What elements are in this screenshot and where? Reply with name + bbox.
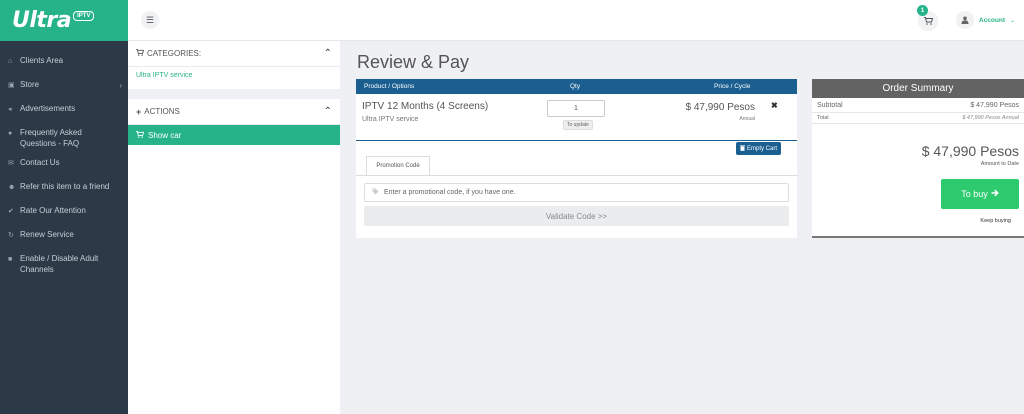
sidebar: ⌂ Clients Area ▣ Store › ◂ Advertisement… xyxy=(0,41,128,414)
menu-toggle-button[interactable]: ☰ xyxy=(141,11,159,29)
actions-title: Actions xyxy=(144,107,180,116)
validate-code-button[interactable]: Validate Code >> xyxy=(364,206,789,226)
chevron-up-icon[interactable]: ⌃ xyxy=(324,48,332,59)
sidebar-item-advertisements[interactable]: ◂ Advertisements xyxy=(0,99,128,123)
checkout-label: To buy xyxy=(961,189,988,199)
envelope-icon: ✉ xyxy=(8,160,14,167)
product-group: Ultra IPTV service xyxy=(362,116,419,123)
show-cart-button[interactable]: Show car xyxy=(128,125,340,145)
subtotal-row: Subtotal $ 47,990 Pesos xyxy=(812,98,1024,113)
sidebar-item-store[interactable]: ▣ Store › xyxy=(0,75,128,99)
update-quantity-button[interactable]: To update xyxy=(563,120,593,130)
categories-title: Categories: xyxy=(147,49,202,58)
arrow-right-icon xyxy=(991,189,999,199)
page-title: Review & Pay xyxy=(357,52,470,72)
amount-due-label: Amount to Date xyxy=(980,161,1019,167)
chevron-down-icon: ⌄ xyxy=(1010,17,1016,24)
menu-icon: ☰ xyxy=(145,14,155,25)
check-icon: ✔ xyxy=(8,208,14,215)
empty-cart-label: Empty Cart xyxy=(747,145,778,152)
category-link[interactable]: Ultra IPTV service xyxy=(136,72,192,79)
sidebar-item-contact-us[interactable]: ✉ Contact Us xyxy=(0,153,128,177)
categories-panel-header[interactable]: Categories: ⌃ xyxy=(128,41,340,67)
top-bar: Ultra IPTV ☰ 1 Account ⌄ xyxy=(0,0,1024,41)
tab-promotion-code[interactable]: Promotion Code xyxy=(366,156,430,175)
sidebar-item-label: Advertisements xyxy=(20,104,76,113)
tab-divider xyxy=(356,175,797,176)
secondary-sidebar: Categories: ⌃ Ultra IPTV service + Actio… xyxy=(128,41,340,414)
subtotal-value: $ 47,990 Pesos xyxy=(970,102,1019,109)
sidebar-item-rate-attention[interactable]: ✔ Rate Our Attention xyxy=(0,201,128,225)
account-menu[interactable]: Account ⌄ xyxy=(956,11,1015,29)
cart-table-header: Product / Options Qty Price / Cycle xyxy=(356,79,797,94)
order-summary-title: Order Summary xyxy=(812,79,1024,98)
sidebar-item-label: Contact Us xyxy=(20,158,60,167)
promo-code-field[interactable]: Enter a promotional code, if you have on… xyxy=(364,183,789,202)
checkout-button[interactable]: To buy xyxy=(941,179,1019,209)
home-icon: ⌂ xyxy=(8,58,13,65)
column-header-price: Price / Cycle xyxy=(714,83,751,90)
logo-badge: IPTV xyxy=(73,10,95,21)
sidebar-item-adult-channels[interactable]: ■ Enable / Disable Adult Channels xyxy=(0,249,128,279)
order-summary-panel: Order Summary Subtotal $ 47,990 Pesos To… xyxy=(812,79,1024,238)
total-value: $ 47,990 Pesos Annual xyxy=(962,115,1019,121)
info-icon: ● xyxy=(8,130,13,137)
sidebar-item-label: Frequently Asked Questions - FAQ xyxy=(20,128,82,148)
sidebar-item-clients-area[interactable]: ⌂ Clients Area xyxy=(0,51,128,75)
actions-panel-header[interactable]: + Actions ⌃ xyxy=(128,99,340,125)
user-icon xyxy=(956,11,974,29)
cart-panel: Product / Options Qty Price / Cycle IPTV… xyxy=(356,79,797,238)
item-price: $ 47,990 Pesos xyxy=(685,102,756,113)
trash-icon xyxy=(740,144,745,153)
logo-text: Ultra xyxy=(12,8,72,33)
total-label: Total xyxy=(817,115,829,121)
bag-icon: ▣ xyxy=(8,82,15,89)
sidebar-item-refer-friend[interactable]: ☻ Refer this item to a friend xyxy=(0,177,128,201)
chevron-up-icon[interactable]: ⌃ xyxy=(324,106,332,117)
subtotal-label: Subtotal xyxy=(817,102,843,109)
account-label: Account xyxy=(979,16,1005,24)
cart-icon xyxy=(136,130,145,140)
column-header-qty: Qty xyxy=(570,83,581,90)
users-icon: ☻ xyxy=(8,184,16,191)
megaphone-icon: ◂ xyxy=(8,106,12,113)
chevron-right-icon: › xyxy=(119,81,122,90)
panel-spacer xyxy=(128,89,340,99)
cart-item-row: IPTV 12 Months (4 Screens) Ultra IPTV se… xyxy=(356,94,797,141)
sidebar-item-label: Renew Service xyxy=(20,230,74,239)
refresh-icon: ↻ xyxy=(8,232,14,239)
cart-icon xyxy=(136,49,145,58)
tag-icon xyxy=(372,188,379,197)
logo[interactable]: Ultra IPTV xyxy=(0,0,128,41)
sidebar-item-label: Store xyxy=(20,80,40,89)
keep-buying-link[interactable]: Keep buying xyxy=(980,218,1011,224)
total-row: Total $ 47,990 Pesos Annual xyxy=(812,113,1024,124)
amount-due: $ 47,990 Pesos xyxy=(921,143,1019,159)
quantity-input[interactable] xyxy=(547,100,605,117)
categories-panel-body: Ultra IPTV service xyxy=(128,67,340,89)
plus-icon: + xyxy=(136,106,142,117)
cart-icon xyxy=(923,17,933,25)
remove-item-icon[interactable]: ✖ xyxy=(771,101,778,110)
sidebar-item-label: Rate Our Attention xyxy=(20,206,86,215)
show-cart-label: Show car xyxy=(148,130,182,140)
sidebar-item-label: Enable / Disable Adult Channels xyxy=(20,254,99,274)
sidebar-item-renew-service[interactable]: ↻ Renew Service xyxy=(0,225,128,249)
cart-count-badge: 1 xyxy=(917,5,928,16)
empty-cart-button[interactable]: Empty Cart xyxy=(736,142,782,155)
billing-cycle: Annual xyxy=(739,116,755,122)
sidebar-item-label: Refer this item to a friend xyxy=(20,182,110,191)
product-name: IPTV 12 Months (4 Screens) xyxy=(362,101,489,112)
column-header-product: Product / Options xyxy=(364,83,415,90)
sidebar-item-label: Clients Area xyxy=(20,56,64,65)
promo-code-placeholder: Enter a promotional code, if you have on… xyxy=(384,189,516,196)
lock-icon: ■ xyxy=(8,256,13,263)
sidebar-item-faq[interactable]: ● Frequently Asked Questions - FAQ xyxy=(0,123,128,153)
